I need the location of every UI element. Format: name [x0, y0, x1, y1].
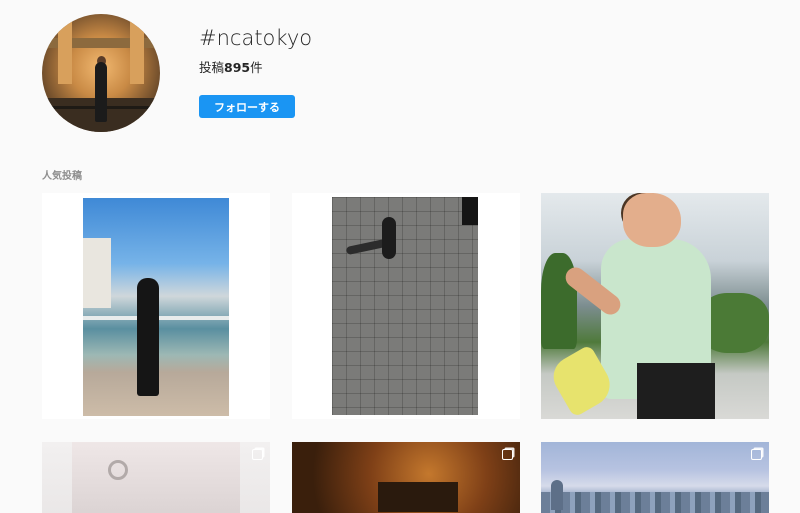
multiple-photos-icon [502, 200, 513, 211]
post-image [83, 198, 229, 416]
profile-avatar [42, 14, 160, 132]
multiple-photos-icon [751, 449, 762, 460]
post-tile-stretching-woman[interactable] [541, 193, 769, 419]
posts-unit: 件 [250, 60, 263, 75]
posts-label: 投稿 [199, 60, 225, 75]
hashtag-title: #ncatokyo [199, 26, 313, 50]
multiple-photos-icon [502, 449, 513, 460]
multiple-photos-icon [252, 449, 263, 460]
follow-button[interactable]: フォローする [199, 95, 295, 118]
posts-count-value: 895 [224, 60, 251, 75]
post-tile-runner-overhead[interactable] [292, 193, 520, 419]
post-image [332, 197, 478, 415]
post-count: 投稿895件 [199, 57, 263, 76]
top-posts-label: 人気投稿 [42, 171, 82, 182]
post-tile-autumn-trees[interactable] [292, 442, 520, 513]
post-tile-interior[interactable] [42, 442, 270, 513]
post-tile-standing-woman[interactable] [42, 193, 270, 419]
post-tile-city-skyline[interactable] [541, 442, 769, 513]
